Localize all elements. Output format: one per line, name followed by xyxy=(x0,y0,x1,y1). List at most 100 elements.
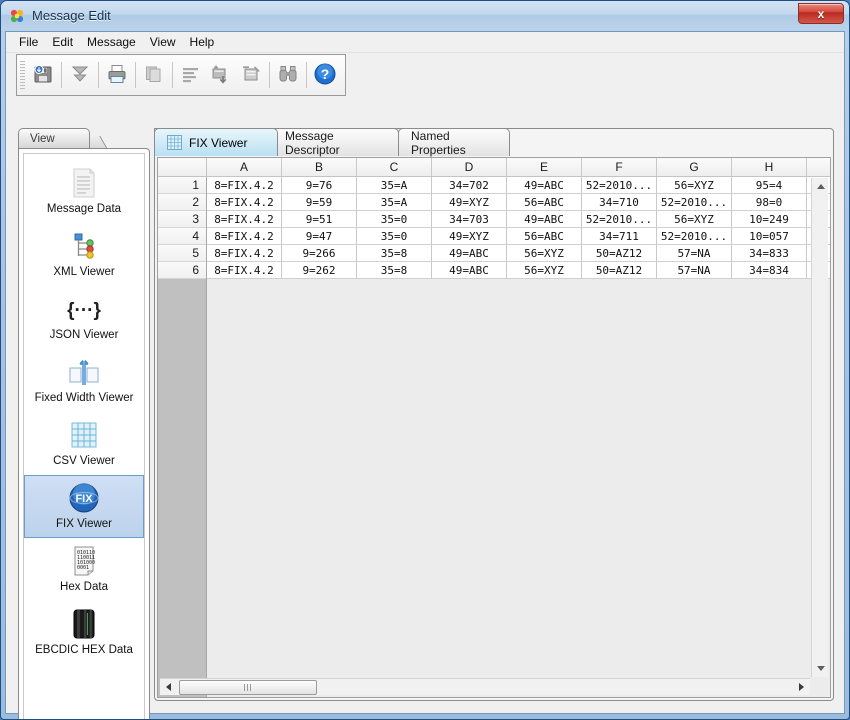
grid-cell[interactable]: 8=FIX.4.2 xyxy=(207,228,282,245)
grid-row-header[interactable]: 6 xyxy=(158,262,206,279)
grid-cell[interactable]: 9=47 xyxy=(282,228,357,245)
sidebar-item-csv-viewer[interactable]: CSV Viewer xyxy=(24,412,144,475)
sidebar-item-hex-data[interactable]: 010110 110011 101000 0001 Hex Data xyxy=(24,538,144,601)
scroll-left-arrow[interactable] xyxy=(160,679,177,696)
grid-cell[interactable]: 35=0 xyxy=(357,228,432,245)
grid-row-header[interactable]: 3 xyxy=(158,211,206,228)
grid-cell[interactable]: 34=833 xyxy=(732,245,807,262)
sidebar-item-message-data[interactable]: Message Data xyxy=(24,160,144,223)
grid-cell[interactable]: 8=FIX.4.2 xyxy=(207,177,282,194)
tab-message-descriptor[interactable]: Message Descriptor xyxy=(272,128,399,157)
grid-cell[interactable]: 49=ABC xyxy=(507,177,582,194)
grid-cell[interactable]: 56=ABC xyxy=(507,194,582,211)
grid-column-header[interactable]: C xyxy=(357,158,432,176)
grid-column-header[interactable]: B xyxy=(282,158,357,176)
add-record-button[interactable] xyxy=(206,59,236,91)
grid-cell[interactable]: 10=057 xyxy=(732,228,807,245)
vertical-scrollbar[interactable] xyxy=(811,178,828,677)
grid-cell[interactable]: 34=711 xyxy=(582,228,657,245)
grid-column-header[interactable]: F xyxy=(582,158,657,176)
grid-cell[interactable]: 10=249 xyxy=(732,211,807,228)
grid-cell[interactable]: 9=266 xyxy=(282,245,357,262)
grid-column-header[interactable]: A xyxy=(207,158,282,176)
grid-column-header[interactable]: E xyxy=(507,158,582,176)
grid-cell[interactable]: 98=0 xyxy=(732,194,807,211)
grid-cell[interactable]: 34=710 xyxy=(582,194,657,211)
grid-cell[interactable]: 52=2010... xyxy=(582,177,657,194)
tab-named-properties[interactable]: Named Properties xyxy=(398,128,510,157)
grid-cell[interactable]: 8=FIX.4.2 xyxy=(207,194,282,211)
grid-select-all-corner[interactable] xyxy=(158,158,207,177)
grid-cell[interactable]: 8=FIX.4.2 xyxy=(207,211,282,228)
grid-cell[interactable]: 95=4 xyxy=(732,177,807,194)
grid-cell[interactable]: 35=A xyxy=(357,177,432,194)
grid-cell[interactable]: 35=8 xyxy=(357,245,432,262)
grid-cell[interactable]: 8=FIX.4.2 xyxy=(207,245,282,262)
grid-cell[interactable]: 35=0 xyxy=(357,211,432,228)
horizontal-scroll-thumb[interactable] xyxy=(179,679,317,695)
grid-cell[interactable]: 9=262 xyxy=(282,262,357,279)
grid-cell[interactable]: 57=NA xyxy=(657,245,732,262)
grid-row-header[interactable]: 4 xyxy=(158,228,206,245)
grid-cell[interactable]: 56=XYZ xyxy=(507,245,582,262)
format-button[interactable] xyxy=(176,59,206,91)
grid-cell[interactable]: 9=51 xyxy=(282,211,357,228)
grid-cell[interactable]: 50=AZ12 xyxy=(582,262,657,279)
grid-cell[interactable]: 8=FIX.4.2 xyxy=(207,262,282,279)
sidebar-item-fix-viewer[interactable]: FIX FIX Viewer xyxy=(24,475,144,538)
scroll-up-arrow[interactable] xyxy=(812,178,829,195)
grid-cell[interactable]: 52=2010... xyxy=(657,228,732,245)
grid-cell[interactable]: 34=834 xyxy=(732,262,807,279)
grid-column-header[interactable]: I xyxy=(807,158,830,176)
grid-cell[interactable]: 50=AZ12 xyxy=(582,245,657,262)
sidebar-item-ebcdic-hex-data[interactable]: EBCDIC HEX Data xyxy=(24,601,144,664)
menu-view[interactable]: View xyxy=(143,33,183,51)
tab-fix-viewer[interactable]: FIX Viewer xyxy=(154,128,278,156)
grid-cell[interactable]: 34=703 xyxy=(432,211,507,228)
grid-cell[interactable]: 35=A xyxy=(357,194,432,211)
toolbar-grip[interactable] xyxy=(20,61,25,89)
horizontal-scrollbar[interactable] xyxy=(160,678,810,695)
sidebar-item-fixed-width-viewer[interactable]: Fixed Width Viewer xyxy=(24,349,144,412)
sidebar-tab-view[interactable]: View xyxy=(18,128,90,149)
grid-cell[interactable]: 52=2010... xyxy=(657,194,732,211)
grid-column-header[interactable]: G xyxy=(657,158,732,176)
grid-column-header[interactable]: H xyxy=(732,158,807,176)
grid-cell[interactable]: 34=702 xyxy=(432,177,507,194)
print-button[interactable] xyxy=(102,59,132,91)
grid-cell[interactable]: 9=76 xyxy=(282,177,357,194)
grid-cell[interactable]: 56=XYZ xyxy=(657,211,732,228)
menu-file[interactable]: File xyxy=(12,33,45,51)
help-button[interactable]: ? xyxy=(310,59,340,91)
grid-cell[interactable]: 56=XYZ xyxy=(507,262,582,279)
grid-cell[interactable]: 35=8 xyxy=(357,262,432,279)
grid-column-header[interactable]: D xyxy=(432,158,507,176)
fix-globe-icon: FIX xyxy=(27,481,141,515)
grid-row-header[interactable]: 2 xyxy=(158,194,206,211)
scroll-down-arrow[interactable] xyxy=(812,660,829,677)
grid-cell[interactable]: 57=NA xyxy=(657,262,732,279)
menu-edit[interactable]: Edit xyxy=(45,33,80,51)
grid-cell[interactable]: 49=ABC xyxy=(432,262,507,279)
sidebar-item-json-viewer[interactable]: {···} JSON Viewer xyxy=(24,286,144,349)
grid-row-header[interactable]: 1 xyxy=(158,177,206,194)
grid-cell[interactable]: 49=XYZ xyxy=(432,194,507,211)
copy-button[interactable] xyxy=(139,59,169,91)
load-button[interactable] xyxy=(65,59,95,91)
sidebar-item-xml-viewer[interactable]: XML Viewer xyxy=(24,223,144,286)
grid-cell[interactable]: 56=XYZ xyxy=(657,177,732,194)
scroll-right-arrow[interactable] xyxy=(793,679,810,696)
grid-cell[interactable]: 49=ABC xyxy=(432,245,507,262)
grid-cell[interactable]: 9=59 xyxy=(282,194,357,211)
grid-cell[interactable]: 56=ABC xyxy=(507,228,582,245)
find-button[interactable] xyxy=(273,59,303,91)
menu-message[interactable]: Message xyxy=(80,33,143,51)
grid-cell[interactable]: 49=ABC xyxy=(507,211,582,228)
grid-cell[interactable]: 52=2010... xyxy=(582,211,657,228)
grid-cell[interactable]: 49=XYZ xyxy=(432,228,507,245)
menu-help[interactable]: Help xyxy=(183,33,222,51)
delete-record-button[interactable] xyxy=(236,59,266,91)
grid-row-header[interactable]: 5 xyxy=(158,245,206,262)
close-button[interactable]: x xyxy=(798,3,844,24)
save-button[interactable] xyxy=(28,59,58,91)
